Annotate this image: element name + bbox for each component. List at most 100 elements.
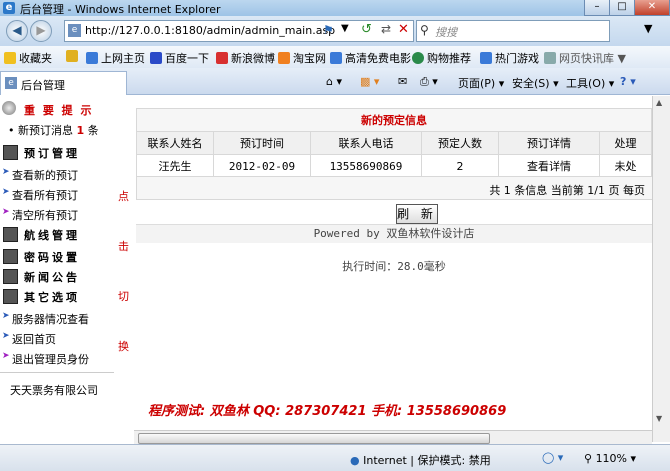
search-options-icon[interactable]: ▼: [644, 22, 652, 35]
sidebar-item-all-bookings[interactable]: ➤ 查看所有预订: [0, 184, 114, 204]
search-icon: ⚲: [420, 23, 429, 37]
section-icon: [3, 249, 18, 264]
arrow-icon: ➤: [2, 167, 10, 177]
address-url: http://127.0.0.1:8180/admin/admin_main.a…: [85, 24, 336, 37]
notice-title: 重 要 提 示: [24, 104, 94, 117]
column-header: 预定人数: [421, 131, 499, 155]
search-placeholder: 搜搜: [435, 26, 457, 39]
close-window-button[interactable]: ✕: [634, 0, 670, 16]
pager-text: 共 1 条信息 当前第 1/1 页 每页: [489, 184, 645, 197]
sidebar-item-logout[interactable]: ➤ 退出管理员身份: [0, 348, 114, 368]
globe-icon: ●: [350, 454, 360, 467]
search-input[interactable]: ⚲ 搜搜: [416, 20, 610, 42]
favorites-button[interactable]: 收藏夹: [4, 50, 52, 66]
zoom-level[interactable]: ⚲ 110% ▾: [584, 452, 636, 465]
sidebar-item-home[interactable]: ➤ 返回首页: [0, 328, 114, 348]
refresh-button[interactable]: 刷 新: [396, 204, 438, 224]
tab-admin[interactable]: e 后台管理: [0, 71, 127, 95]
new-booking-notice[interactable]: • 新预订消息 1 条: [8, 122, 99, 138]
cell-name: 汪先生: [136, 154, 214, 178]
star-icon: [4, 52, 16, 64]
fav-item[interactable]: 淘宝网: [278, 50, 326, 66]
sidebar-toggle[interactable]: [114, 96, 134, 442]
scroll-down-icon[interactable]: ▼: [656, 414, 662, 423]
fav-item[interactable]: 上网主页: [86, 50, 145, 66]
section-icon: [3, 227, 18, 242]
arrow-icon: ➤: [2, 351, 10, 361]
sidebar-item-server-status[interactable]: ➤ 服务器情况查看: [0, 308, 114, 328]
fav-item[interactable]: 热门游戏: [480, 50, 539, 66]
section-icon: [3, 269, 18, 284]
rss-icon[interactable]: ⚑: [323, 23, 334, 37]
fav-item[interactable]: 网页快讯库 ▼: [544, 50, 626, 66]
minimize-button[interactable]: –: [584, 0, 610, 16]
column-header: 联系人电话: [310, 131, 422, 155]
column-header: 预订时间: [213, 131, 311, 155]
horizontal-scrollbar[interactable]: [134, 430, 652, 445]
title-bar: e 后台管理 - Windows Internet Explorer – □ ✕: [0, 0, 670, 16]
sidebar-item-clear-bookings[interactable]: ➤ 清空所有预订: [0, 204, 114, 224]
safety-menu[interactable]: 安全(S) ▾: [512, 75, 559, 91]
column-header: 联系人姓名: [136, 131, 214, 155]
scroll-thumb[interactable]: [138, 433, 490, 444]
column-header: 处理: [599, 131, 652, 155]
back-button[interactable]: ◀: [6, 20, 28, 42]
address-bar[interactable]: e http://127.0.0.1:8180/admin/admin_main…: [64, 20, 414, 42]
arrow-icon: ➤: [2, 311, 10, 321]
cell-phone: 13558690869: [310, 154, 422, 178]
section-booking[interactable]: 预订管理: [0, 142, 114, 162]
stop-icon[interactable]: ✕: [398, 22, 409, 37]
fav-item[interactable]: 百度一下: [150, 50, 209, 66]
status-icon[interactable]: ◯ ▾: [542, 451, 563, 464]
forward-button[interactable]: ▶: [30, 20, 52, 42]
pager: 共 1 条信息 当前第 1/1 页 每页: [136, 176, 654, 200]
favorites-bar: 收藏夹 上网主页 百度一下 新浪微博 淘宝网 高清免费电影 购物推荐 热门游戏 …: [0, 46, 670, 69]
page-icon: e: [68, 24, 81, 37]
cell-status: 未处: [599, 154, 652, 178]
section-other[interactable]: 其它选项: [0, 286, 114, 306]
zoom-icon: ⚲: [584, 452, 593, 465]
fav-item[interactable]: 高清免费电影: [330, 50, 411, 66]
status-bar: ● Internet | 保护模式: 禁用 ◯ ▾ ⚲ 110% ▾: [0, 444, 670, 471]
tab-label: 后台管理: [21, 79, 65, 92]
zone-status: ● Internet | 保护模式: 禁用: [350, 454, 491, 467]
vertical-scrollbar[interactable]: ▲ ▼: [652, 96, 670, 442]
cell-count: 2: [421, 154, 499, 178]
view-details-link[interactable]: 查看详情: [498, 154, 600, 178]
tab-page-icon: e: [5, 77, 17, 89]
add-favorite-icon[interactable]: [66, 50, 81, 63]
powered-by: Powered by 双鱼林软件设计店: [136, 224, 652, 243]
table-row: 汪先生 2012-02-09 13558690869 2 查看详情 未处: [136, 154, 652, 178]
sidebar-item-new-bookings[interactable]: ➤ 查看新的预订: [0, 164, 114, 184]
arrow-icon: ➤: [2, 187, 10, 197]
section-icon: [3, 145, 18, 160]
section-routes[interactable]: 航线管理: [0, 224, 114, 244]
booking-table: 新的预定信息 联系人姓名 预订时间 联系人电话 预定人数 预订详情 处理 汪先生…: [136, 108, 652, 178]
dropdown-icon[interactable]: ▼: [341, 23, 349, 34]
tools-menu[interactable]: 工具(O) ▾: [566, 75, 614, 91]
compat-icon[interactable]: ⇄: [381, 22, 391, 36]
home-icon[interactable]: ⌂ ▾: [326, 75, 342, 88]
arrow-icon: ➤: [2, 331, 10, 341]
print-icon[interactable]: ⎙ ▾: [420, 75, 438, 89]
page-menu[interactable]: 页面(P) ▾: [458, 75, 504, 91]
toggle-label[interactable]: 击: [118, 238, 129, 254]
maximize-button[interactable]: □: [609, 0, 635, 16]
column-header: 预订详情: [498, 131, 600, 155]
scroll-up-icon[interactable]: ▲: [656, 98, 662, 107]
refresh-page-icon[interactable]: ↺: [361, 22, 372, 37]
tester-info: 程序测试: 双鱼林 QQ: 287307421 手机: 13558690869: [148, 404, 507, 419]
feeds-icon[interactable]: ▩ ▾: [360, 75, 379, 88]
toggle-label[interactable]: 点: [118, 188, 129, 204]
section-password[interactable]: 密码设置: [0, 246, 114, 266]
help-menu[interactable]: ? ▾: [620, 75, 636, 88]
toggle-label[interactable]: 换: [118, 338, 129, 354]
arrow-icon: ➤: [2, 207, 10, 217]
fav-item[interactable]: 购物推荐: [412, 50, 471, 66]
company-name: 天天票务有限公司: [10, 384, 98, 397]
table-title: 新的预定信息: [136, 108, 652, 132]
toggle-label[interactable]: 切: [118, 288, 129, 304]
fav-item[interactable]: 新浪微博: [216, 50, 275, 66]
mail-icon[interactable]: ✉: [398, 75, 407, 88]
section-news[interactable]: 新闻公告: [0, 266, 114, 286]
